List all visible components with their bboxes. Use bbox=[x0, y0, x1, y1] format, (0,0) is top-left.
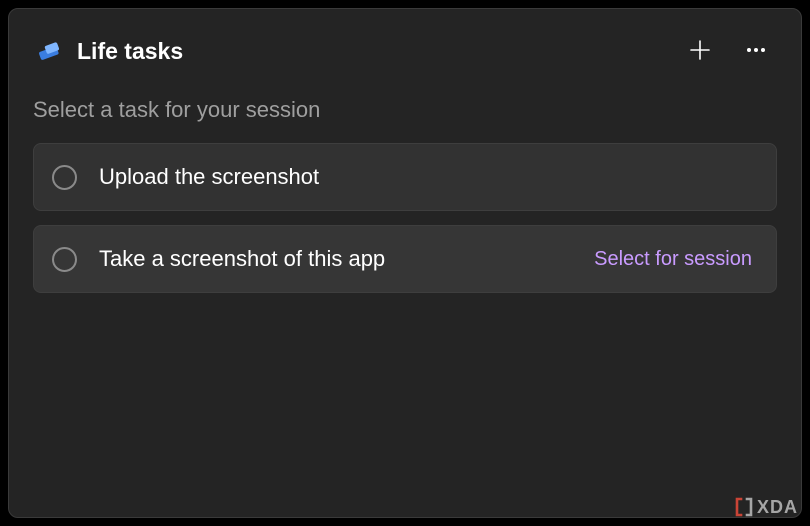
tasks-panel: Life tasks Select a task for your sessio… bbox=[8, 8, 802, 518]
more-options-button[interactable] bbox=[735, 30, 777, 72]
add-task-button[interactable] bbox=[679, 30, 721, 72]
panel-subtitle: Select a task for your session bbox=[33, 97, 777, 123]
radio-unchecked-icon[interactable] bbox=[52, 165, 77, 190]
task-row[interactable]: Upload the screenshot bbox=[33, 143, 777, 211]
task-list: Upload the screenshot Take a screenshot … bbox=[33, 143, 777, 293]
plus-icon bbox=[689, 39, 711, 64]
task-label: Take a screenshot of this app bbox=[99, 246, 572, 272]
select-for-session-button[interactable]: Select for session bbox=[594, 248, 752, 271]
task-row[interactable]: Take a screenshot of this app Select for… bbox=[33, 225, 777, 293]
panel-title: Life tasks bbox=[77, 38, 665, 65]
more-horizontal-icon bbox=[745, 39, 767, 64]
radio-unchecked-icon[interactable] bbox=[52, 247, 77, 272]
todo-app-icon bbox=[33, 36, 63, 66]
panel-header: Life tasks bbox=[33, 29, 777, 73]
task-label: Upload the screenshot bbox=[99, 164, 752, 190]
